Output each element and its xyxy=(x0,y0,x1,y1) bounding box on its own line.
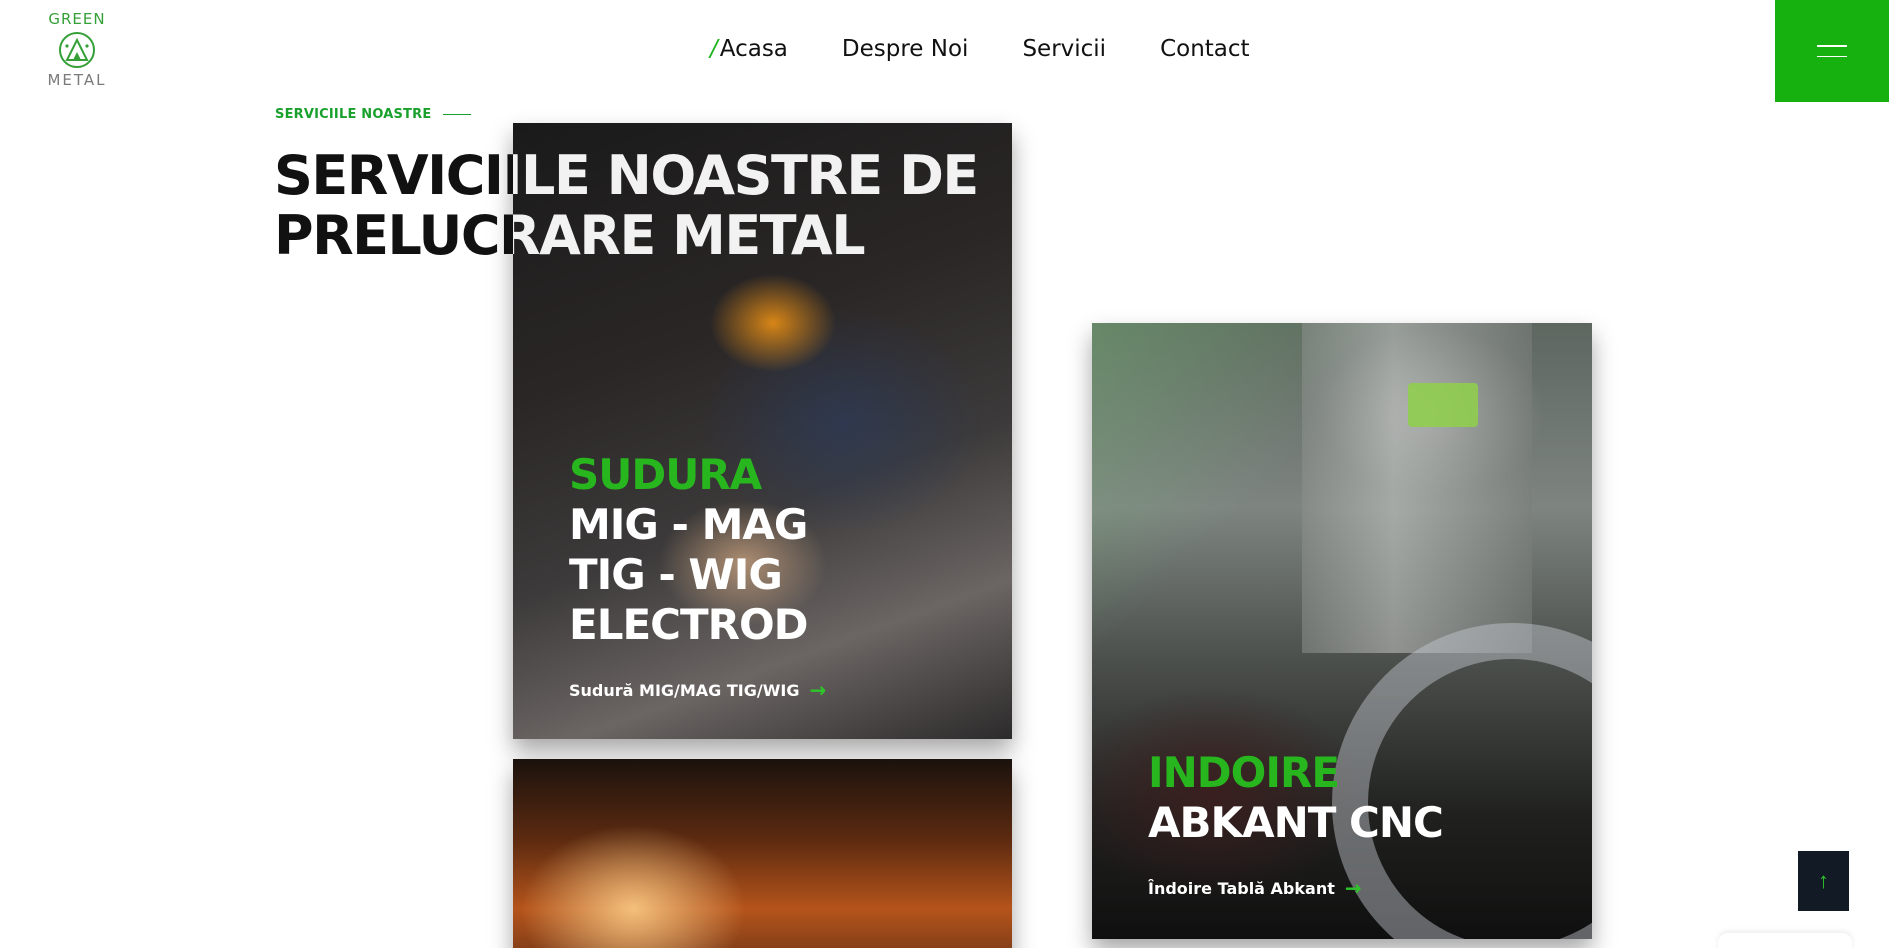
service-card-indoire[interactable]: INDOIRE ABKANT CNC Îndoire Tablă Abkant … xyxy=(1092,323,1592,939)
card-content: SUDURA MIG - MAG TIG - WIG ELECTROD Sudu… xyxy=(569,450,826,702)
card-link-label: Sudură MIG/MAG TIG/WIG xyxy=(569,680,800,700)
title-overlay-line-2: PRELUCRARE METAL xyxy=(513,204,866,267)
arrow-up-icon: ↑ xyxy=(1818,868,1829,893)
eyebrow-line xyxy=(443,113,472,116)
card-green-title: INDOIRE xyxy=(1148,748,1340,797)
title-overlay-text: SERVICIILE NOASTRE DE PRELUCRARE METAL xyxy=(513,146,979,267)
card-green-title: SUDURA xyxy=(569,450,762,499)
hamburger-menu-button[interactable] xyxy=(1775,0,1889,102)
section-title-overlay: SERVICIILE NOASTRE DE PRELUCRARE METAL xyxy=(513,146,1013,276)
nav-item-despre-noi[interactable]: Despre Noi xyxy=(842,36,969,62)
machine-press-shape xyxy=(1302,323,1532,653)
nav-item-label: Acasa xyxy=(719,36,788,62)
card-title-line: ELECTROD xyxy=(569,600,809,649)
back-to-top-button[interactable]: ↑ xyxy=(1798,851,1849,911)
logo-emblem-icon xyxy=(59,32,95,68)
nav-item-contact[interactable]: Contact xyxy=(1160,36,1249,62)
hamburger-icon-line xyxy=(1817,45,1847,47)
arrow-right-icon: → xyxy=(1344,876,1362,900)
card-link-indoire[interactable]: Îndoire Tablă Abkant → xyxy=(1148,876,1443,900)
card-title-line: MIG - MAG xyxy=(569,500,808,549)
section-eyebrow: SERVICIILE NOASTRE xyxy=(275,107,472,122)
corner-widget[interactable] xyxy=(1718,933,1852,948)
logo-text-green: GREEN xyxy=(48,10,106,28)
main-nav: /Acasa Despre Noi Servicii Contact xyxy=(710,36,1250,62)
arrow-right-icon: → xyxy=(809,678,827,702)
eyebrow-label: SERVICIILE NOASTRE xyxy=(275,107,432,122)
title-overlay-line-1: SERVICIILE NOASTRE DE xyxy=(513,146,979,207)
nav-item-servicii[interactable]: Servicii xyxy=(1022,36,1106,62)
hamburger-icon-line xyxy=(1817,55,1847,57)
logo[interactable]: GREEN METAL xyxy=(36,10,118,88)
logo-text-metal: METAL xyxy=(47,71,107,89)
nav-item-acasa[interactable]: /Acasa xyxy=(710,36,788,62)
card-link-sudura[interactable]: Sudură MIG/MAG TIG/WIG → xyxy=(569,678,826,702)
service-card-partial[interactable] xyxy=(513,759,1012,948)
card-title-line: ABKANT CNC xyxy=(1148,798,1444,847)
machine-green-ring xyxy=(1408,383,1478,427)
card-link-label: Îndoire Tablă Abkant xyxy=(1148,878,1335,898)
card-content: INDOIRE ABKANT CNC Îndoire Tablă Abkant … xyxy=(1148,748,1444,900)
card-title-line: TIG - WIG xyxy=(569,550,783,599)
active-marker: / xyxy=(710,36,718,62)
